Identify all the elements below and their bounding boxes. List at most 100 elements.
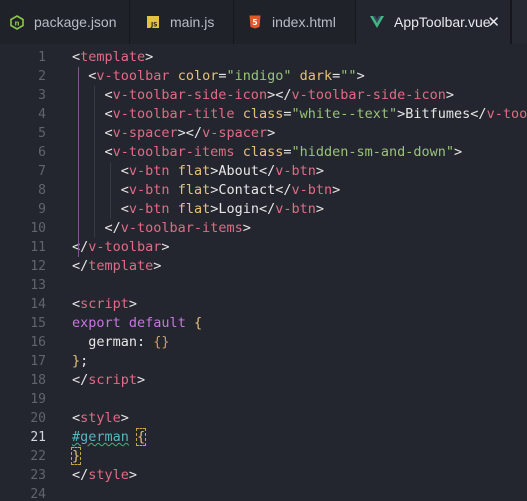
code-token: flat: [177, 163, 211, 179]
line-number: 10: [30, 221, 46, 236]
code-line[interactable]: <v-spacer></v-spacer>: [72, 124, 276, 143]
line-number: 7: [38, 164, 46, 179]
code-token: script: [80, 296, 129, 312]
code-line[interactable]: </style>: [72, 466, 137, 485]
code-token: >: [454, 144, 463, 160]
code-token: flat: [177, 201, 211, 217]
code-line[interactable]: <v-toolbar-items class="hidden-sm-and-do…: [72, 143, 463, 162]
code-line[interactable]: }: [70, 447, 82, 466]
code-line[interactable]: <v-toolbar-title class="white--text">Bit…: [72, 105, 527, 124]
code-token: >: [161, 239, 170, 255]
tab-label: index.html: [272, 14, 336, 30]
code-token: v-btn: [275, 201, 316, 217]
code-token: v-btn: [128, 201, 170, 217]
code-line[interactable]: #german {: [72, 428, 147, 447]
code-token: v-toolbar-items: [112, 144, 235, 160]
line-number-gutter: 1 2 3 4 5 6 7 8 9 10 11 12 13 14 15 16 17 18 19 20 21 22 23 24: [0, 44, 60, 501]
code-token: {}: [153, 334, 170, 350]
code-line[interactable]: </v-toolbar-items>: [72, 219, 251, 238]
code-line[interactable]: <v-btn flat>Contact</v-btn>: [72, 181, 341, 200]
code-token: ;: [80, 353, 89, 369]
code-token: "hidden-sm-and-down": [291, 144, 455, 160]
code-token: </: [72, 220, 121, 236]
code-token: flat: [177, 182, 211, 198]
code-line[interactable]: };: [72, 352, 88, 371]
code-line[interactable]: <style>: [72, 409, 129, 428]
code-token: v-btn: [128, 163, 170, 179]
code-token: >: [120, 410, 129, 426]
code-token: ></: [177, 125, 203, 141]
node-icon: n: [10, 14, 24, 30]
line-number: 18: [30, 373, 46, 388]
line-number: 13: [30, 278, 46, 293]
code-token: v-btn: [291, 182, 333, 198]
line-number: 22: [30, 449, 46, 464]
code-line[interactable]: export default {: [72, 314, 202, 333]
close-icon[interactable]: ✕: [487, 13, 500, 31]
code-token: v-toolbar-side-icon: [112, 87, 268, 103]
code-token: <: [72, 410, 81, 426]
line-number: 4: [38, 107, 46, 122]
code-token: color: [177, 68, 219, 84]
line-number: 23: [30, 468, 46, 483]
code-line[interactable]: german: {}: [72, 333, 170, 352]
tab-main-js[interactable]: JS main.js: [130, 0, 234, 44]
code-line[interactable]: </template>: [72, 257, 161, 276]
line-number: 17: [30, 354, 46, 369]
js-icon: JS: [146, 14, 160, 30]
tab-package-json[interactable]: n package.json: [0, 0, 130, 44]
svg-text:JS: JS: [150, 22, 158, 29]
code-token: <: [72, 163, 129, 179]
code-token: <: [72, 68, 97, 84]
code-line[interactable]: <v-toolbar-side-icon></v-toolbar-side-ic…: [72, 86, 455, 105]
code-token: class: [242, 106, 284, 122]
code-editor[interactable]: 1 2 3 4 5 6 7 8 9 10 11 12 13 14 15 16 17 18 19 20 21 22 23 24 …: [0, 44, 527, 501]
code-line[interactable]: </v-toolbar>: [72, 238, 170, 257]
tab-bar: n package.json JS main.js 5 index.html A…: [0, 0, 527, 44]
code-token: class: [242, 144, 284, 160]
code-token: #german: [72, 429, 129, 445]
code-line[interactable]: <template>: [72, 48, 153, 67]
line-number: 11: [30, 240, 46, 255]
code-token: </: [72, 239, 89, 255]
code-token: template: [80, 49, 146, 65]
line-number: 6: [38, 145, 46, 160]
code-token: default: [128, 315, 186, 331]
line-number: 12: [30, 259, 46, 274]
code-token: dark: [299, 68, 333, 84]
code-token: style: [80, 410, 121, 426]
code-token: v-toolbar-side-icon: [291, 87, 446, 103]
tab-label: main.js: [170, 14, 215, 30]
code-token: >: [315, 163, 325, 179]
code-token: >: [242, 220, 251, 236]
line-number: 21: [30, 430, 46, 445]
code-line[interactable]: <v-toolbar color="indigo" dark="">: [72, 67, 365, 86]
code-token: v-toolbar-title: [112, 106, 235, 122]
line-number: 19: [30, 392, 46, 407]
code-token: >: [356, 68, 365, 84]
tab-index-html[interactable]: 5 index.html: [234, 0, 356, 44]
line-number: 3: [38, 88, 46, 103]
code-token: >Bitfumes</: [397, 106, 487, 122]
code-line[interactable]: </script>: [72, 371, 145, 390]
code-token: <: [72, 201, 129, 217]
code-token: >: [315, 201, 325, 217]
code-token: >: [153, 258, 162, 274]
tab-app-toolbar-vue[interactable]: AppToolbar.vue ✕: [356, 0, 511, 44]
code-token: }: [72, 353, 81, 369]
tab-overflow[interactable]: [511, 0, 527, 44]
code-token: "white--text": [291, 106, 398, 122]
code-token: </: [72, 467, 89, 483]
code-line[interactable]: <script>: [72, 295, 137, 314]
code-token: v-spacer: [112, 125, 178, 141]
code-token: </: [72, 258, 89, 274]
code-token: >: [128, 467, 138, 483]
code-token: v-toolbar-title: [486, 106, 527, 122]
code-token: v-spacer: [202, 125, 268, 141]
